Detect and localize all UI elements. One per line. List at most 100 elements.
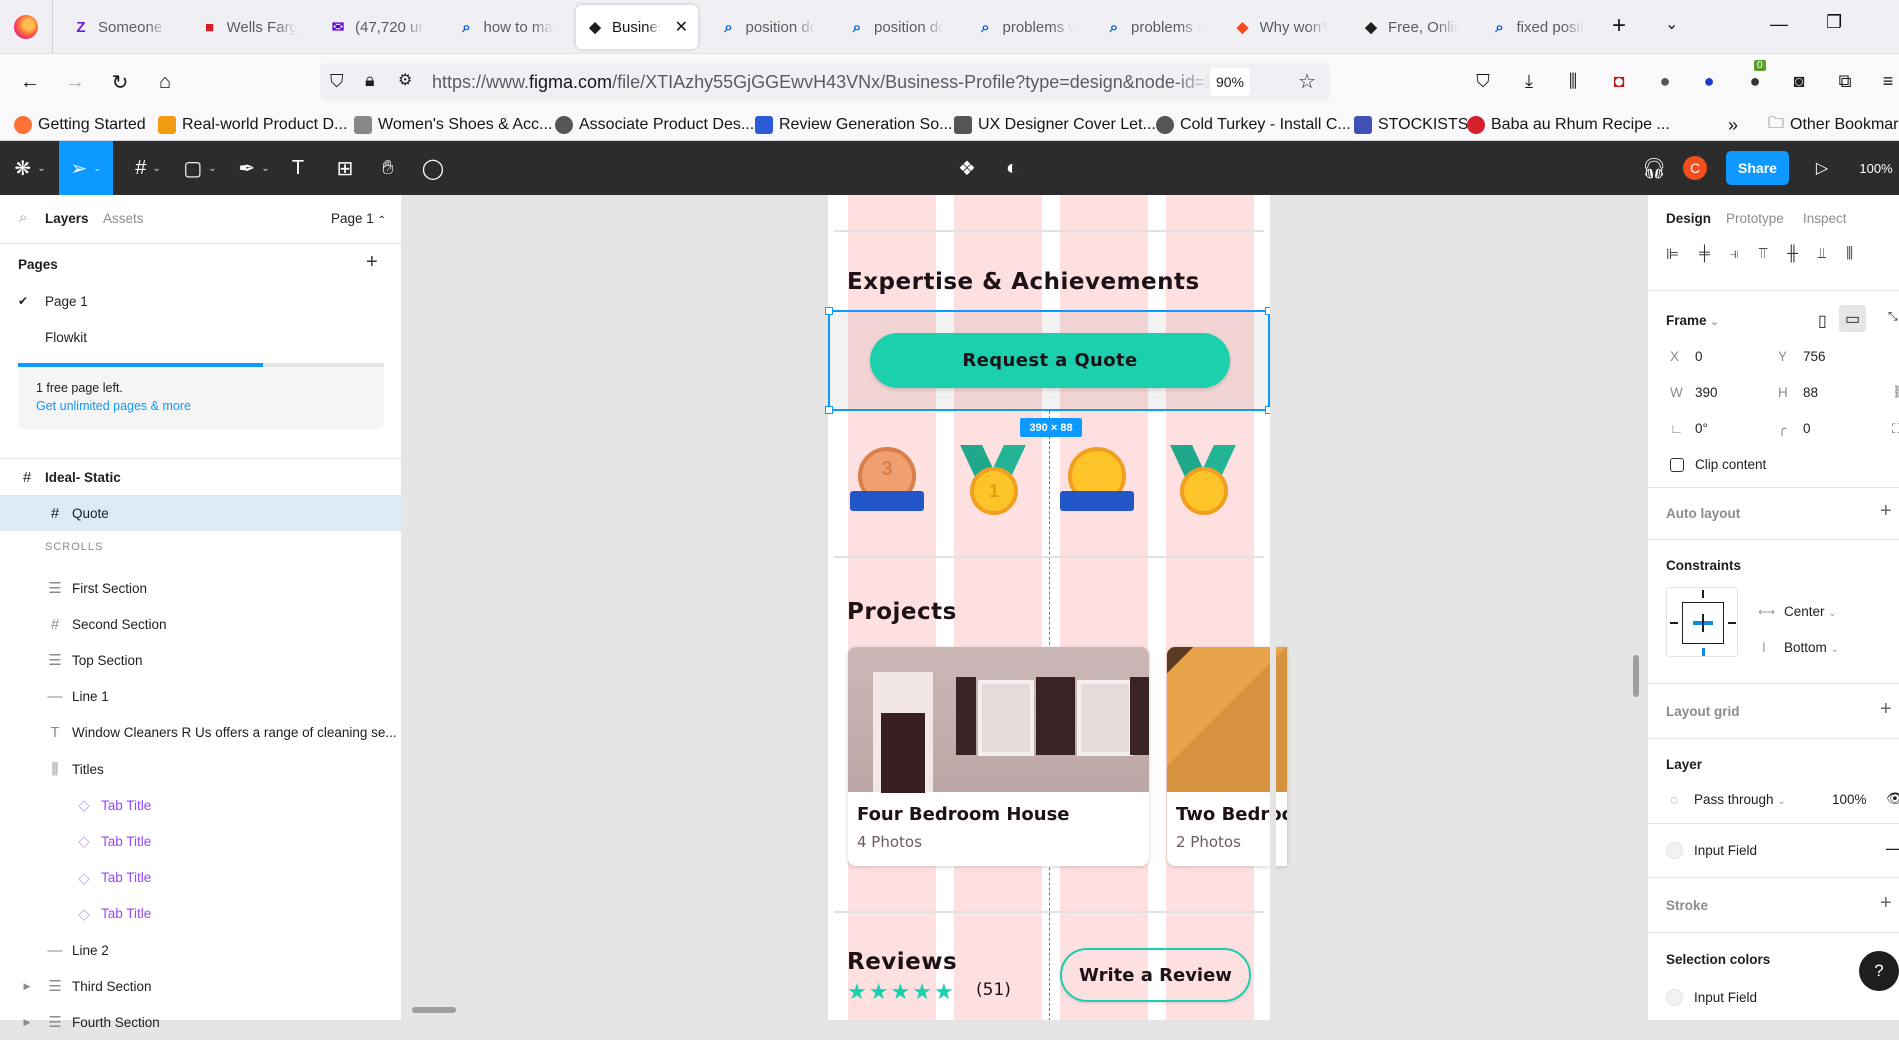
add-layout-grid-button[interactable]: + <box>1880 698 1899 721</box>
layer-item[interactable]: ◇ Tab Title <box>0 823 401 859</box>
resize-handle[interactable] <box>825 307 833 315</box>
firefox-menu-icon[interactable] <box>14 15 38 39</box>
address-bar[interactable]: ⛉ 🔒︎ ⚙ https://www.figma.com/file/XTIAzh… <box>320 63 1330 101</box>
request-quote-button[interactable]: Request a Quote <box>870 333 1230 388</box>
minimize-button[interactable]: — <box>1770 14 1788 35</box>
layer-item[interactable]: ☰ First Section <box>0 570 401 606</box>
move-tool-button[interactable]: ➢ ⌄ <box>59 141 113 195</box>
browser-tab[interactable]: ⌕ position do <box>710 5 826 49</box>
extensions-puzzle-icon[interactable]: ⧉ <box>1832 68 1858 94</box>
tab-assets[interactable]: Assets <box>103 211 144 226</box>
layer-item[interactable]: ☰ Top Section <box>0 642 401 678</box>
share-button[interactable]: Share <box>1726 151 1789 185</box>
home-button[interactable]: ⌂ <box>151 68 179 96</box>
layer-item[interactable]: T Window Cleaners R Us offers a range of … <box>0 715 401 751</box>
browser-tab[interactable]: ⌕ fixed posit <box>1481 5 1597 49</box>
constraints-widget[interactable] <box>1666 587 1738 657</box>
bookmark-item[interactable]: STOCKISTS <box>1354 113 1468 137</box>
quote-frame-selection[interactable]: Request a Quote <box>825 307 1273 414</box>
selection-color-swatch[interactable] <box>1666 989 1683 1006</box>
search-icon[interactable]: ⌕ <box>19 209 27 226</box>
layer-item[interactable]: ▶ ☰ Fourth Section <box>0 1004 401 1040</box>
page-item-flowkit[interactable]: Flowkit <box>0 319 401 355</box>
width-input[interactable]: 390 <box>1695 385 1718 400</box>
layer-item[interactable]: ▶ ☰ Third Section <box>0 968 401 1004</box>
layer-item[interactable]: — Line 2 <box>0 932 401 968</box>
bookmark-item[interactable]: Review Generation So... <box>755 113 952 137</box>
bookmark-item[interactable]: Associate Product Des... <box>555 113 754 137</box>
reload-button[interactable]: ↻ <box>106 68 134 96</box>
bookmark-star-icon[interactable]: ☆ <box>1298 69 1316 94</box>
tab-layers[interactable]: Layers <box>45 211 89 226</box>
layer-item[interactable]: ⫼ Titles <box>0 751 401 787</box>
selection-color-name[interactable]: Input Field <box>1694 990 1757 1005</box>
browser-tab[interactable]: ⌕ problems w <box>1095 5 1211 49</box>
bookmark-item[interactable]: UX Designer Cover Let... <box>954 113 1156 137</box>
other-bookmarks-folder[interactable]: 🗀 Other Bookmarks <box>1768 113 1899 137</box>
theme-toggle-button[interactable]: ◐ <box>1000 141 1024 195</box>
lock-icon[interactable]: 🔒︎ <box>365 70 375 91</box>
bookmark-item[interactable]: Real-world Product D... <box>158 113 347 137</box>
text-tool-button[interactable]: T <box>286 141 310 195</box>
portrait-orientation-icon[interactable]: ▯ <box>1818 311 1827 331</box>
x-input[interactable]: 0 <box>1695 349 1703 364</box>
layer-item[interactable]: ◇ Tab Title <box>0 787 401 823</box>
audio-button[interactable]: 🎧︎ <box>1641 141 1666 195</box>
more-bookmarks-chevron-icon[interactable]: » <box>1728 113 1738 137</box>
zoom-level-indicator[interactable]: 90% <box>1210 68 1250 96</box>
bookmark-item[interactable]: Women's Shoes & Acc... <box>354 113 552 137</box>
mcafee-extension-icon[interactable]: ◘ <box>1606 68 1632 94</box>
bookmark-item[interactable]: Baba au Rhum Recipe ... <box>1467 113 1670 137</box>
pen-tool-button[interactable]: ✒ ⌄ <box>232 141 276 195</box>
add-page-button[interactable]: + <box>366 251 378 274</box>
app-menu-icon[interactable]: ≡ <box>1875 68 1899 94</box>
clip-content-checkbox[interactable] <box>1670 458 1684 472</box>
figma-main-menu-icon[interactable]: ❋ ⌄ <box>8 141 52 195</box>
add-auto-layout-button[interactable]: + <box>1880 500 1899 523</box>
components-button[interactable]: ❖ <box>955 141 979 195</box>
add-stroke-button[interactable]: + <box>1880 892 1899 915</box>
pocket-icon[interactable]: ⛉ <box>1470 68 1496 94</box>
layer-root-frame[interactable]: # Ideal- Static <box>0 459 401 495</box>
back-button[interactable]: ← <box>16 68 44 96</box>
vertical-scrollbar[interactable] <box>1633 655 1639 697</box>
url-text[interactable]: https://www.figma.com/file/XTIAzhy55GjGG… <box>432 72 1212 93</box>
browser-tab-active[interactable]: ◆ Business ✕ <box>576 5 698 49</box>
page-item-page-1[interactable]: ✔ Page 1 <box>0 283 401 319</box>
page-selector[interactable]: Page 1 ⌃ <box>331 211 386 226</box>
help-button[interactable]: ? <box>1859 951 1899 991</box>
design-canvas[interactable]: Expertise & Achievements Request a Quote… <box>402 195 1647 1020</box>
horizontal-constraint-dropdown[interactable]: Center ⌄ <box>1784 604 1837 619</box>
landscape-orientation-icon[interactable]: ▭ <box>1839 305 1866 332</box>
present-button[interactable]: ▷ <box>1810 141 1834 195</box>
restore-button[interactable]: ❐ <box>1826 12 1842 33</box>
close-tab-icon[interactable]: ✕ <box>675 17 688 37</box>
expand-caret-icon[interactable]: ▶ <box>18 1017 36 1028</box>
y-input[interactable]: 756 <box>1803 349 1826 364</box>
visibility-eye-icon[interactable]: 👁︎ <box>1886 790 1899 807</box>
resources-tool-button[interactable]: ⊞ <box>333 141 357 195</box>
forward-button[interactable]: → <box>61 68 89 96</box>
layer-item[interactable]: ◇ Tab Title <box>0 896 401 932</box>
frame-type-dropdown[interactable]: Frame ⌄ <box>1666 313 1719 328</box>
comment-tool-button[interactable]: ◯ <box>421 141 445 195</box>
hand-tool-button[interactable]: ✋︎ <box>376 141 400 195</box>
list-all-tabs-button[interactable]: ⌄ <box>1665 14 1678 34</box>
browser-tab[interactable]: ✉ (47,720 unr <box>319 5 435 49</box>
blend-mode-dropdown[interactable]: Pass through ⌄ <box>1694 792 1786 807</box>
browser-tab[interactable]: ⌕ position do <box>838 5 954 49</box>
reader-extension-icon[interactable]: ● <box>1696 68 1722 94</box>
permissions-icon[interactable]: ⚙ <box>398 70 412 90</box>
rotation-input[interactable]: 0° <box>1695 421 1708 436</box>
corner-radius-input[interactable]: 0 <box>1803 421 1811 436</box>
new-tab-button[interactable]: + <box>1612 12 1626 40</box>
tracking-protection-icon[interactable]: ⛉ <box>330 71 344 92</box>
business-profile-frame[interactable]: Expertise & Achievements Request a Quote… <box>825 195 1287 1020</box>
constraint-bottom-active[interactable] <box>1702 648 1705 656</box>
shape-tool-button[interactable]: ▢ ⌄ <box>178 141 222 195</box>
constraint-top[interactable] <box>1702 590 1704 598</box>
resize-handle[interactable] <box>825 406 833 414</box>
browser-tab[interactable]: ⌕ problems w <box>967 5 1083 49</box>
library-icon[interactable]: ⫼ <box>1560 68 1586 94</box>
resize-to-fit-icon[interactable]: ⤡ <box>1888 309 1898 324</box>
